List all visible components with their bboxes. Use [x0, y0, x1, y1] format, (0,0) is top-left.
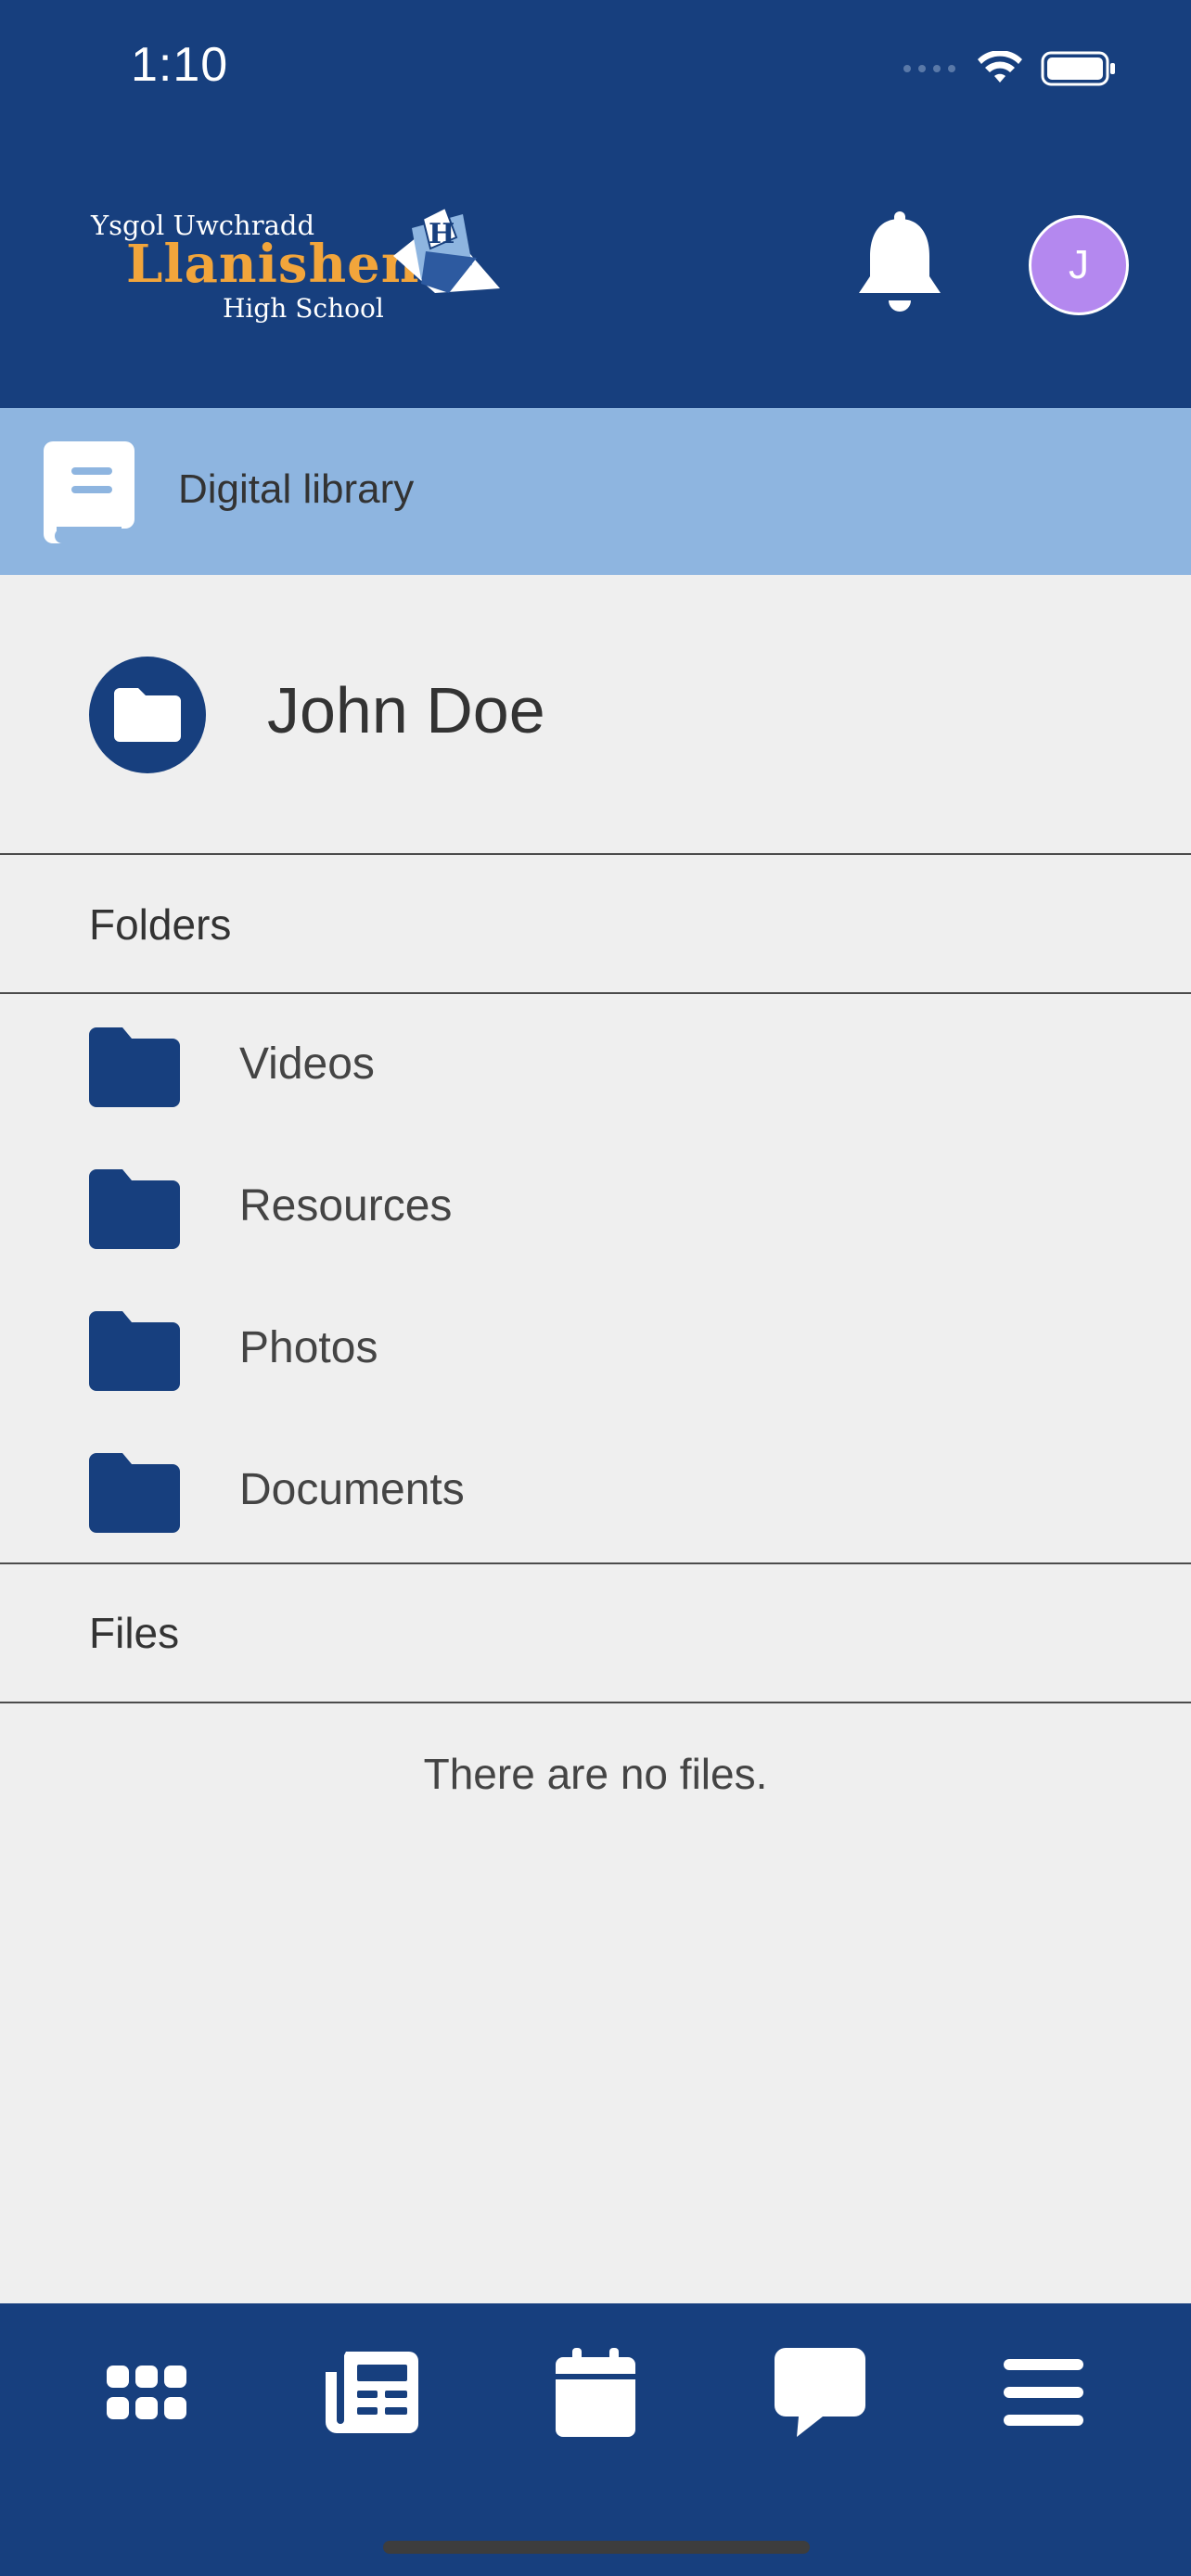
owner-name: John Doe: [267, 674, 545, 746]
calendar-icon: [556, 2348, 635, 2437]
apps-grid-icon: [107, 2366, 186, 2419]
newspaper-icon: [326, 2352, 418, 2433]
logo-emblem-icon: H: [393, 206, 500, 293]
folder-label: Photos: [239, 1323, 378, 1372]
menu-icon: [1004, 2359, 1083, 2426]
folder-label: Resources: [239, 1181, 453, 1231]
notifications-button[interactable]: [853, 211, 946, 324]
folder-row-documents[interactable]: Documents: [0, 1422, 1191, 1561]
divider: [0, 992, 1191, 994]
bell-icon: [859, 211, 941, 312]
logo-line-2: Llanishen: [126, 234, 420, 295]
divider: [0, 1562, 1191, 1564]
page-title: Digital library: [178, 466, 415, 512]
folder-icon: [89, 1453, 180, 1533]
owner-folder-badge: [89, 657, 206, 773]
school-logo: Ysgol Uwchradd Llanishen High School H: [91, 195, 508, 343]
folders-heading: Folders: [89, 900, 232, 949]
svg-text:H: H: [429, 218, 455, 250]
tab-menu[interactable]: [983, 2337, 1104, 2448]
tab-news[interactable]: [312, 2337, 432, 2448]
wifi-icon: [978, 51, 1022, 83]
home-indicator[interactable]: [383, 2541, 810, 2554]
empty-files-message: There are no files.: [423, 1750, 768, 1798]
folder-icon: [89, 1027, 180, 1107]
tab-apps[interactable]: [86, 2337, 207, 2448]
cellular-signal-icon: [903, 65, 955, 72]
tab-calendar[interactable]: [535, 2337, 656, 2448]
battery-icon: [1041, 51, 1115, 86]
folder-row-photos[interactable]: Photos: [0, 1280, 1191, 1419]
user-avatar[interactable]: J: [1029, 215, 1129, 315]
files-heading: Files: [89, 1609, 180, 1657]
folder-label: Documents: [239, 1465, 465, 1514]
logo-line-3: High School: [223, 293, 384, 324]
folder-icon: [89, 1311, 180, 1391]
status-icons: [903, 46, 1117, 91]
chat-bubble-icon: [775, 2348, 865, 2437]
divider: [0, 1702, 1191, 1703]
book-icon: [44, 441, 134, 548]
divider: [0, 853, 1191, 855]
tab-messages[interactable]: [760, 2337, 880, 2448]
folder-row-resources[interactable]: Resources: [0, 1138, 1191, 1277]
status-time: 1:10: [131, 38, 229, 92]
folder-row-videos[interactable]: Videos: [0, 996, 1191, 1135]
folder-icon: [89, 1169, 180, 1249]
folder-icon: [114, 688, 181, 742]
folder-label: Videos: [239, 1039, 375, 1089]
